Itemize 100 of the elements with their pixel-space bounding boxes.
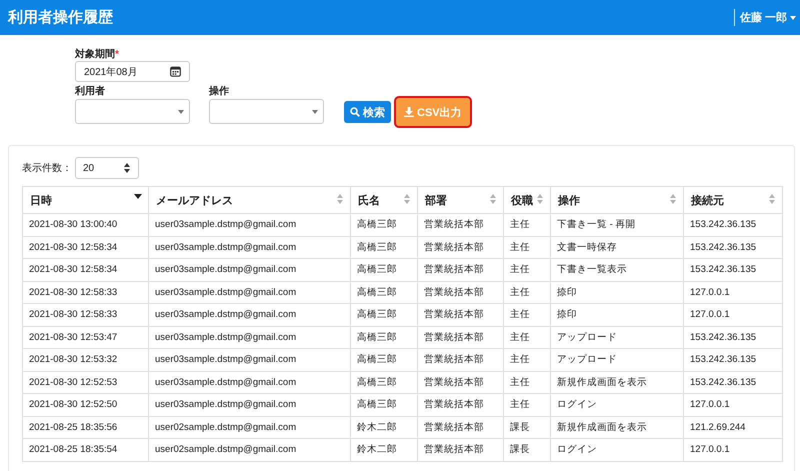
select-field[interactable] — [209, 99, 324, 124]
field-label: 利用者 — [75, 84, 106, 97]
table-cell: 営業統括本部 — [418, 304, 504, 326]
table-cell: 新規作成画面を表示 — [550, 416, 684, 438]
table-cell: 営業統括本部 — [418, 394, 504, 416]
select-field[interactable] — [75, 99, 190, 124]
table-cell: 捺印 — [550, 281, 684, 304]
table-cell: 主任 — [504, 371, 550, 394]
required-mark: * — [115, 49, 119, 60]
page-title: 利用者操作履歴 — [8, 8, 113, 27]
table-cell: アップロード — [550, 348, 684, 371]
table-cell: ログイン — [550, 438, 684, 461]
table-cell: 営業統括本部 — [418, 258, 504, 281]
column-header[interactable]: 氏名 — [350, 186, 418, 214]
table-cell: 121.2.69.244 — [684, 416, 782, 438]
column-header[interactable]: 役職 — [504, 186, 550, 214]
column-header[interactable]: 接続元 — [684, 186, 782, 214]
table-cell: 高橋三郎 — [350, 394, 418, 416]
table-cell: 153.242.36.135 — [684, 214, 782, 236]
user-menu[interactable]: 佐藤 一郎 — [734, 9, 800, 26]
search-icon — [350, 107, 360, 117]
table-cell: 127.0.0.1 — [684, 304, 782, 326]
field-label: 対象期間 — [75, 49, 115, 60]
table-cell: user03sample.dstmp@gmail.com — [148, 304, 350, 326]
table-cell: 127.0.0.1 — [684, 394, 782, 416]
column-header[interactable]: メールアドレス — [148, 186, 350, 214]
table-cell: user03sample.dstmp@gmail.com — [148, 371, 350, 394]
table-cell: user03sample.dstmp@gmail.com — [148, 394, 350, 416]
table-cell: 127.0.0.1 — [684, 438, 782, 461]
table-cell: 高橋三郎 — [350, 348, 418, 371]
table-cell: 課長 — [504, 416, 550, 438]
table-cell: 主任 — [504, 326, 550, 348]
table-cell: user03sample.dstmp@gmail.com — [148, 258, 350, 281]
table-cell: 高橋三郎 — [350, 371, 418, 394]
table-cell: user03sample.dstmp@gmail.com — [148, 281, 350, 304]
table-cell: 営業統括本部 — [418, 214, 504, 236]
table-cell: 営業統括本部 — [418, 281, 504, 304]
column-header[interactable]: 日時 — [22, 186, 148, 214]
page-size-select[interactable]: 20 — [75, 157, 139, 179]
table-cell: 営業統括本部 — [418, 438, 504, 461]
table-cell: 2021-08-30 13:00:40 — [22, 214, 148, 236]
table-cell: 2021-08-30 12:53:47 — [22, 326, 148, 348]
table-cell: 2021-08-30 12:52:53 — [22, 371, 148, 394]
field-label: 操作 — [209, 84, 230, 97]
table-cell: user03sample.dstmp@gmail.com — [148, 236, 350, 258]
table-cell: 鈴木二郎 — [350, 416, 418, 438]
caret-icon — [178, 110, 184, 114]
table-cell: 営業統括本部 — [418, 326, 504, 348]
table-cell: 153.242.36.135 — [684, 258, 782, 281]
table-cell: 153.242.36.135 — [684, 348, 782, 371]
table-cell: 新規作成画面を表示 — [550, 371, 684, 394]
column-header[interactable]: 部署 — [418, 186, 504, 214]
table-cell: 2021-08-30 12:52:50 — [22, 394, 148, 416]
table-cell: アップロード — [550, 326, 684, 348]
page-size-label: 表示件数： — [22, 162, 72, 175]
table-cell: 営業統括本部 — [418, 416, 504, 438]
table-cell: 2021-08-30 12:58:33 — [22, 304, 148, 326]
table-cell: 高橋三郎 — [350, 281, 418, 304]
table-cell: 127.0.0.1 — [684, 281, 782, 304]
caret-icon — [312, 110, 318, 114]
table-cell: 2021-08-25 18:35:56 — [22, 416, 148, 438]
table-cell: 主任 — [504, 281, 550, 304]
table-cell: 主任 — [504, 214, 550, 236]
table-cell: 高橋三郎 — [350, 304, 418, 326]
table-cell: ログイン — [550, 394, 684, 416]
table-cell: 153.242.36.135 — [684, 236, 782, 258]
date-field[interactable]: 2021年08月 — [75, 61, 190, 82]
table-cell: user02sample.dstmp@gmail.com — [148, 416, 350, 438]
table-cell: user02sample.dstmp@gmail.com — [148, 438, 350, 461]
table-cell: 営業統括本部 — [418, 348, 504, 371]
table-cell: user03sample.dstmp@gmail.com — [148, 348, 350, 371]
caret-icon — [790, 16, 796, 20]
table-cell: 捺印 — [550, 304, 684, 326]
sort-icon — [123, 163, 131, 173]
table-cell: user03sample.dstmp@gmail.com — [148, 214, 350, 236]
table-cell: 2021-08-25 18:35:54 — [22, 438, 148, 461]
table-cell: 153.242.36.135 — [684, 371, 782, 394]
table-cell: 下書き一覧 - 再開 — [550, 214, 684, 236]
table-cell: 153.242.36.135 — [684, 326, 782, 348]
table-cell: 課長 — [504, 438, 550, 461]
table-cell: 鈴木二郎 — [350, 438, 418, 461]
table-cell: 2021-08-30 12:58:33 — [22, 281, 148, 304]
table-cell: 高橋三郎 — [350, 326, 418, 348]
table-cell: 下書き一覧表示 — [550, 258, 684, 281]
table-cell: 文書一時保存 — [550, 236, 684, 258]
table-cell: 主任 — [504, 236, 550, 258]
table-cell: 2021-08-30 12:53:32 — [22, 348, 148, 371]
calendar-icon — [170, 66, 181, 77]
table-cell: 高橋三郎 — [350, 236, 418, 258]
table-cell: 営業統括本部 — [418, 236, 504, 258]
download-icon — [404, 107, 414, 117]
table-cell: 主任 — [504, 304, 550, 326]
search-button[interactable]: 検索 — [344, 101, 391, 123]
table-cell: 主任 — [504, 348, 550, 371]
table-cell: 高橋三郎 — [350, 258, 418, 281]
table-cell: 2021-08-30 12:58:34 — [22, 258, 148, 281]
column-header[interactable]: 操作 — [550, 186, 684, 214]
table-cell: user03sample.dstmp@gmail.com — [148, 326, 350, 348]
table-cell: 営業統括本部 — [418, 371, 504, 394]
table-cell: 2021-08-30 12:58:34 — [22, 236, 148, 258]
